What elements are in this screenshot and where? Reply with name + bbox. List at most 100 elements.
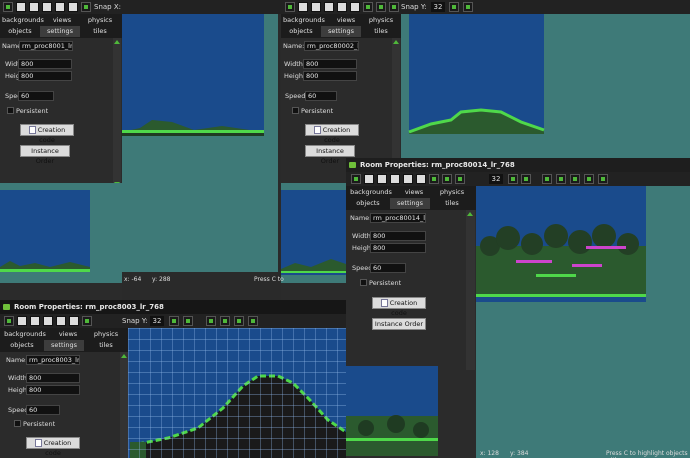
room-canvas-2-small[interactable]	[281, 183, 349, 283]
tab-objects[interactable]: objects	[2, 26, 38, 37]
confirm-check-icon[interactable]	[3, 2, 13, 12]
export-icon[interactable]	[337, 2, 347, 12]
confirm-check-icon[interactable]	[351, 174, 361, 184]
confirm-check-icon[interactable]	[4, 316, 14, 326]
tab-physics[interactable]: physics	[82, 15, 118, 26]
scroll-up-icon[interactable]	[121, 354, 127, 358]
new-doc-icon[interactable]	[364, 174, 374, 184]
persistent-checkbox[interactable]	[292, 107, 299, 114]
snap-y-field[interactable]: 32	[431, 2, 445, 12]
tab-objects[interactable]: objects	[4, 340, 40, 351]
import-icon[interactable]	[68, 2, 78, 12]
tab-views[interactable]: views	[331, 15, 361, 26]
room-speed-field[interactable]: 60	[305, 91, 337, 101]
settings-icon[interactable]	[220, 316, 230, 326]
tab-views[interactable]: views	[44, 15, 80, 26]
scroll-up-icon[interactable]	[114, 40, 120, 44]
window-title[interactable]: Room Properties: rm_proc80014_lr_768	[346, 158, 690, 172]
tab-backgrounds[interactable]: backgrounds	[283, 15, 325, 26]
settings-icon[interactable]	[556, 174, 566, 184]
layers-icon[interactable]	[542, 174, 552, 184]
room-canvas-1-small[interactable]	[0, 183, 122, 283]
save-icon[interactable]	[43, 316, 53, 326]
tab-tiles[interactable]: tiles	[365, 26, 397, 37]
room-canvas-3[interactable]	[401, 14, 690, 158]
snap-value[interactable]: 32	[489, 174, 503, 184]
room-height-field[interactable]: 800	[26, 385, 80, 395]
open-doc-icon[interactable]	[377, 174, 387, 184]
scrollbar[interactable]	[113, 38, 121, 188]
tab-views[interactable]: views	[52, 329, 84, 340]
view-icon[interactable]	[463, 2, 473, 12]
tab-settings[interactable]: settings	[390, 198, 430, 209]
object-icon[interactable]	[248, 316, 258, 326]
import-icon[interactable]	[416, 174, 426, 184]
save-icon[interactable]	[324, 2, 334, 12]
scroll-up-icon[interactable]	[467, 212, 473, 216]
tab-backgrounds[interactable]: backgrounds	[350, 187, 392, 198]
room-width-field[interactable]: 800	[370, 231, 426, 241]
scrollbar[interactable]	[120, 352, 128, 458]
tile-icon[interactable]	[570, 174, 580, 184]
shift-icon[interactable]	[363, 2, 373, 12]
tab-tiles[interactable]: tiles	[88, 340, 124, 351]
tab-backgrounds[interactable]: backgrounds	[4, 329, 46, 340]
confirm-check-icon[interactable]	[285, 2, 295, 12]
open-doc-icon[interactable]	[30, 316, 40, 326]
shift-icon[interactable]	[81, 2, 91, 12]
zoom-icon[interactable]	[521, 174, 531, 184]
export-icon[interactable]	[55, 2, 65, 12]
persistent-checkbox[interactable]	[360, 279, 367, 286]
room-width-field[interactable]: 800	[26, 373, 80, 383]
save-icon[interactable]	[42, 2, 52, 12]
room-canvas-4[interactable]	[476, 186, 690, 446]
grid-icon[interactable]	[169, 316, 179, 326]
shift-icon[interactable]	[82, 316, 92, 326]
export-icon[interactable]	[56, 316, 66, 326]
tab-tiles[interactable]: tiles	[82, 26, 118, 37]
room-speed-field[interactable]: 60	[370, 263, 406, 273]
room-width-field[interactable]: 800	[18, 59, 72, 69]
room-name-field[interactable]: rm_proc80014_lr_768	[370, 213, 426, 223]
tool-icon[interactable]	[376, 2, 386, 12]
tab-objects[interactable]: objects	[283, 26, 319, 37]
room-name-field[interactable]: rm_proc8001_lr_768	[19, 41, 73, 51]
tool-icon[interactable]	[442, 174, 452, 184]
persistent-checkbox[interactable]	[14, 420, 21, 427]
tab-tiles[interactable]: tiles	[434, 198, 470, 209]
creation-code-button[interactable]: Creation code	[26, 437, 80, 457]
window-title[interactable]: Room Properties: rm_proc8003_lr_768	[0, 300, 346, 314]
room-height-field[interactable]: 800	[303, 71, 357, 81]
tab-physics[interactable]: physics	[365, 15, 397, 26]
background-icon[interactable]	[598, 174, 608, 184]
room-speed-field[interactable]: 60	[18, 91, 54, 101]
room-height-field[interactable]: 800	[370, 243, 426, 253]
tab-settings[interactable]: settings	[44, 340, 84, 351]
new-doc-icon[interactable]	[298, 2, 308, 12]
zoom-icon[interactable]	[183, 316, 193, 326]
room-canvas-3-grid[interactable]	[128, 328, 346, 458]
persistent-checkbox[interactable]	[7, 107, 14, 114]
tab-objects[interactable]: objects	[350, 198, 386, 209]
room-width-field[interactable]: 800	[303, 59, 357, 69]
export-icon[interactable]	[403, 174, 413, 184]
room-speed-field[interactable]: 60	[26, 405, 60, 415]
view-icon[interactable]	[455, 174, 465, 184]
creation-code-button[interactable]: Creation code	[305, 124, 359, 144]
import-icon[interactable]	[69, 316, 79, 326]
tab-views[interactable]: views	[398, 187, 430, 198]
view-icon[interactable]	[389, 2, 399, 12]
scrollbar[interactable]	[466, 210, 475, 370]
snap-y-field[interactable]: 32	[150, 316, 164, 326]
scroll-up-icon[interactable]	[393, 40, 399, 44]
room-preview-canvas[interactable]	[346, 366, 438, 456]
layers-icon[interactable]	[206, 316, 216, 326]
room-canvas-1[interactable]	[122, 14, 278, 272]
new-doc-icon[interactable]	[17, 316, 27, 326]
instance-order-button[interactable]: Instance Order	[305, 145, 355, 165]
room-height-field[interactable]: 800	[18, 71, 72, 81]
object-icon[interactable]	[584, 174, 594, 184]
creation-code-button[interactable]: Creation code	[372, 297, 426, 317]
instance-order-button[interactable]: Instance Order	[20, 145, 70, 165]
room-name-field[interactable]: rm_proc80002_lr_768	[304, 41, 359, 51]
